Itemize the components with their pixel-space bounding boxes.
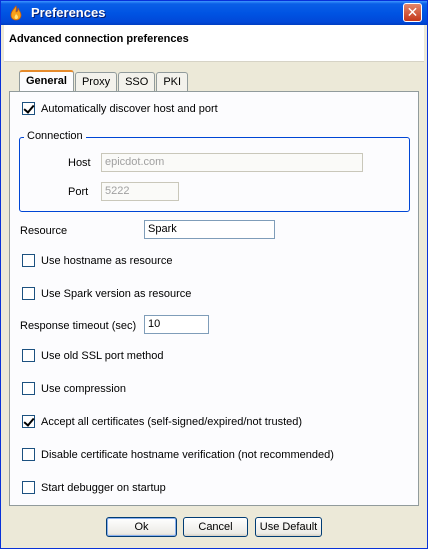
use-spark-version-row[interactable]: Use Spark version as resource [22, 287, 191, 300]
resource-label: Resource [20, 225, 68, 237]
auto-discover-row[interactable]: Automatically discover host and port [22, 102, 218, 115]
tab-proxy[interactable]: Proxy [74, 72, 118, 91]
title-bar[interactable]: Preferences ✕ [1, 1, 427, 25]
compression-checkbox[interactable] [22, 382, 35, 395]
header-panel: Advanced connection preferences [4, 25, 424, 62]
tab-pki[interactable]: PKI [156, 72, 189, 91]
disable-hostname-verify-checkbox[interactable] [22, 448, 35, 461]
use-spark-version-label: Use Spark version as resource [41, 287, 192, 300]
port-field[interactable]: 5222 [101, 182, 179, 201]
port-label: Port [68, 186, 89, 198]
accept-certs-row[interactable]: Accept all certificates (self-signed/exp… [22, 415, 302, 428]
host-field[interactable]: epicdot.com [101, 153, 363, 172]
connection-group-label: Connection [24, 130, 86, 142]
use-hostname-row[interactable]: Use hostname as resource [22, 254, 172, 267]
window-title: Preferences [31, 5, 106, 20]
cancel-button[interactable]: Cancel [183, 517, 248, 537]
tab-bar: General Proxy SSO PKI [19, 70, 189, 91]
response-timeout-field[interactable]: 10 [144, 315, 209, 334]
connection-group: Connection Host epicdot.com Port 5222 [19, 130, 410, 212]
close-icon: ✕ [406, 4, 419, 20]
accept-certs-checkbox[interactable] [22, 415, 35, 428]
page-title: Advanced connection preferences [9, 33, 189, 45]
old-ssl-checkbox[interactable] [22, 349, 35, 362]
ok-button[interactable]: Ok [106, 517, 177, 537]
tab-general[interactable]: General [19, 70, 74, 91]
debugger-row[interactable]: Start debugger on startup [22, 481, 166, 494]
response-timeout-label: Response timeout (sec) [20, 320, 137, 332]
debugger-label: Start debugger on startup [41, 481, 166, 494]
use-spark-version-checkbox[interactable] [22, 287, 35, 300]
use-hostname-checkbox[interactable] [22, 254, 35, 267]
compression-label: Use compression [41, 382, 126, 395]
host-label: Host [68, 157, 91, 169]
auto-discover-label: Automatically discover host and port [41, 102, 218, 115]
disable-hostname-verify-row[interactable]: Disable certificate hostname verificatio… [22, 448, 334, 461]
close-button[interactable]: ✕ [403, 3, 422, 22]
disable-hostname-verify-label: Disable certificate hostname verificatio… [41, 448, 334, 461]
resource-field[interactable]: Spark [144, 220, 275, 239]
preferences-window: Preferences ✕ Advanced connection prefer… [0, 0, 428, 549]
compression-row[interactable]: Use compression [22, 382, 126, 395]
old-ssl-label: Use old SSL port method [41, 349, 164, 362]
tab-sso[interactable]: SSO [118, 72, 156, 91]
spark-flame-icon [10, 5, 22, 21]
accept-certs-label: Accept all certificates (self-signed/exp… [41, 415, 303, 428]
debugger-checkbox[interactable] [22, 481, 35, 494]
use-hostname-label: Use hostname as resource [41, 254, 173, 267]
auto-discover-checkbox[interactable] [22, 102, 35, 115]
old-ssl-row[interactable]: Use old SSL port method [22, 349, 164, 362]
use-default-button[interactable]: Use Default [255, 517, 322, 537]
general-tab-panel: Automatically discover host and port Con… [9, 91, 419, 506]
